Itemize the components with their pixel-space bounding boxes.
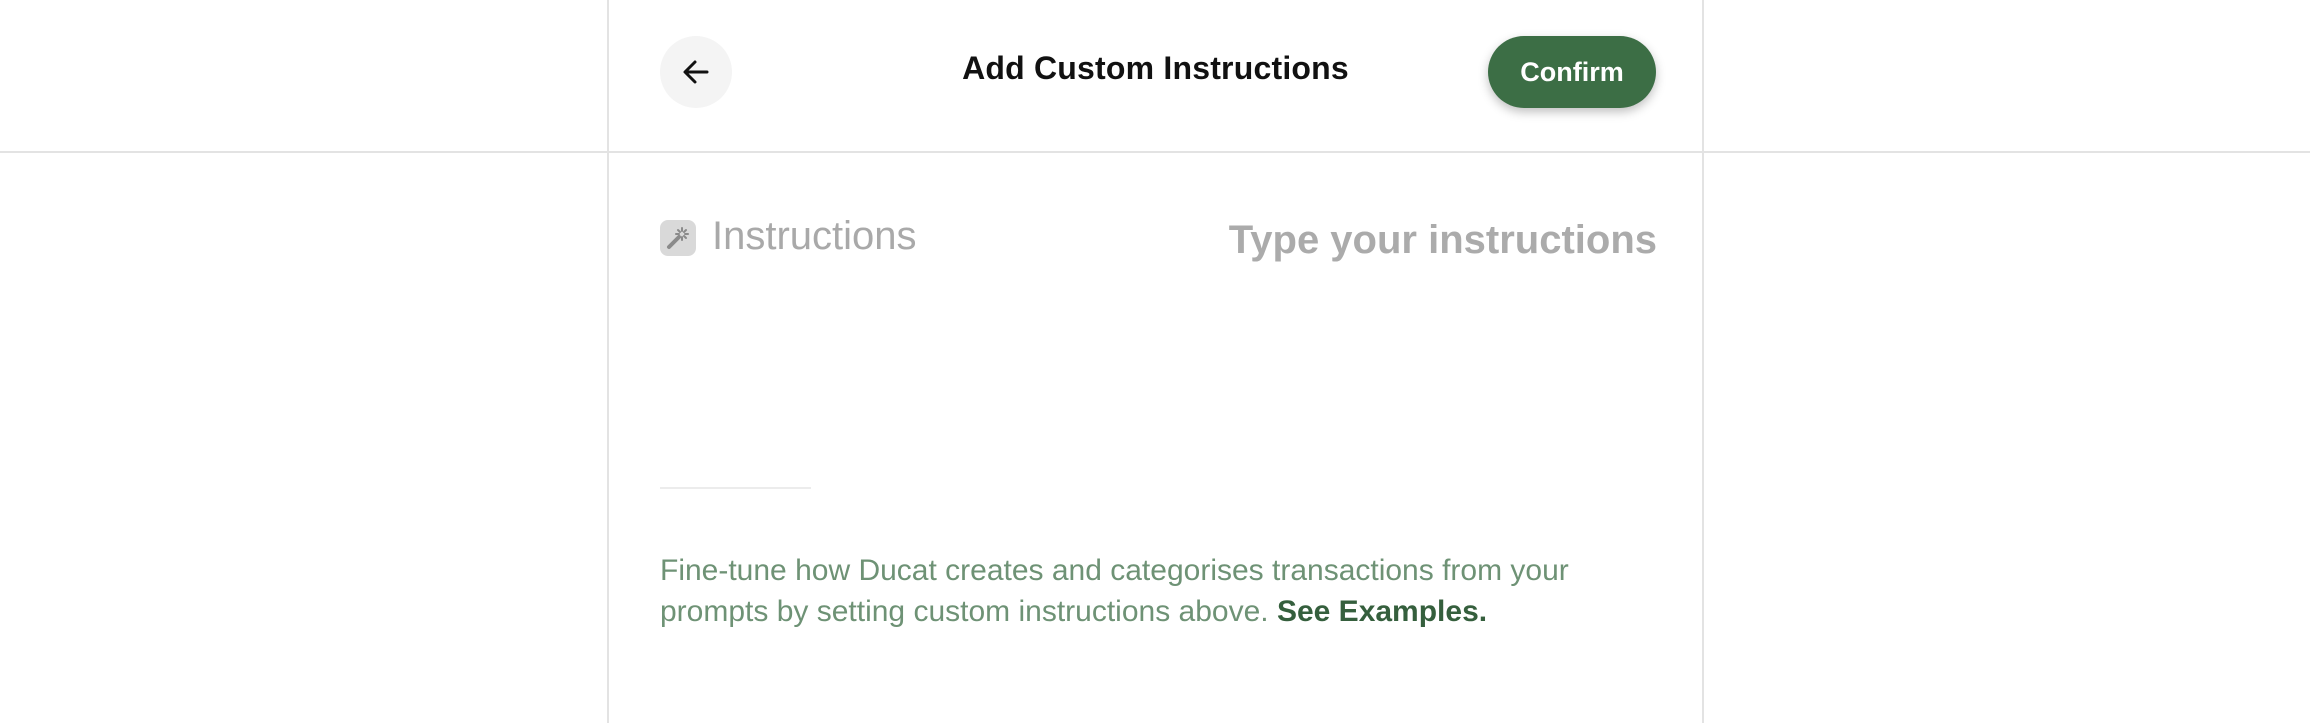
help-text: Fine-tune how Ducat creates and categori… [660,550,1660,632]
instructions-input[interactable] [1037,212,1657,268]
confirm-button[interactable]: Confirm [1488,36,1656,108]
field-divider [660,487,811,489]
see-examples-link[interactable]: See Examples. [1277,595,1487,628]
instructions-field: Instructions [660,212,1657,272]
page: Add Custom Instructions Confirm Instruct… [0,0,2310,723]
content-column: Add Custom Instructions Confirm Instruct… [607,0,1704,723]
magic-wand-icon [660,220,696,256]
instructions-label: Instructions [712,214,917,258]
